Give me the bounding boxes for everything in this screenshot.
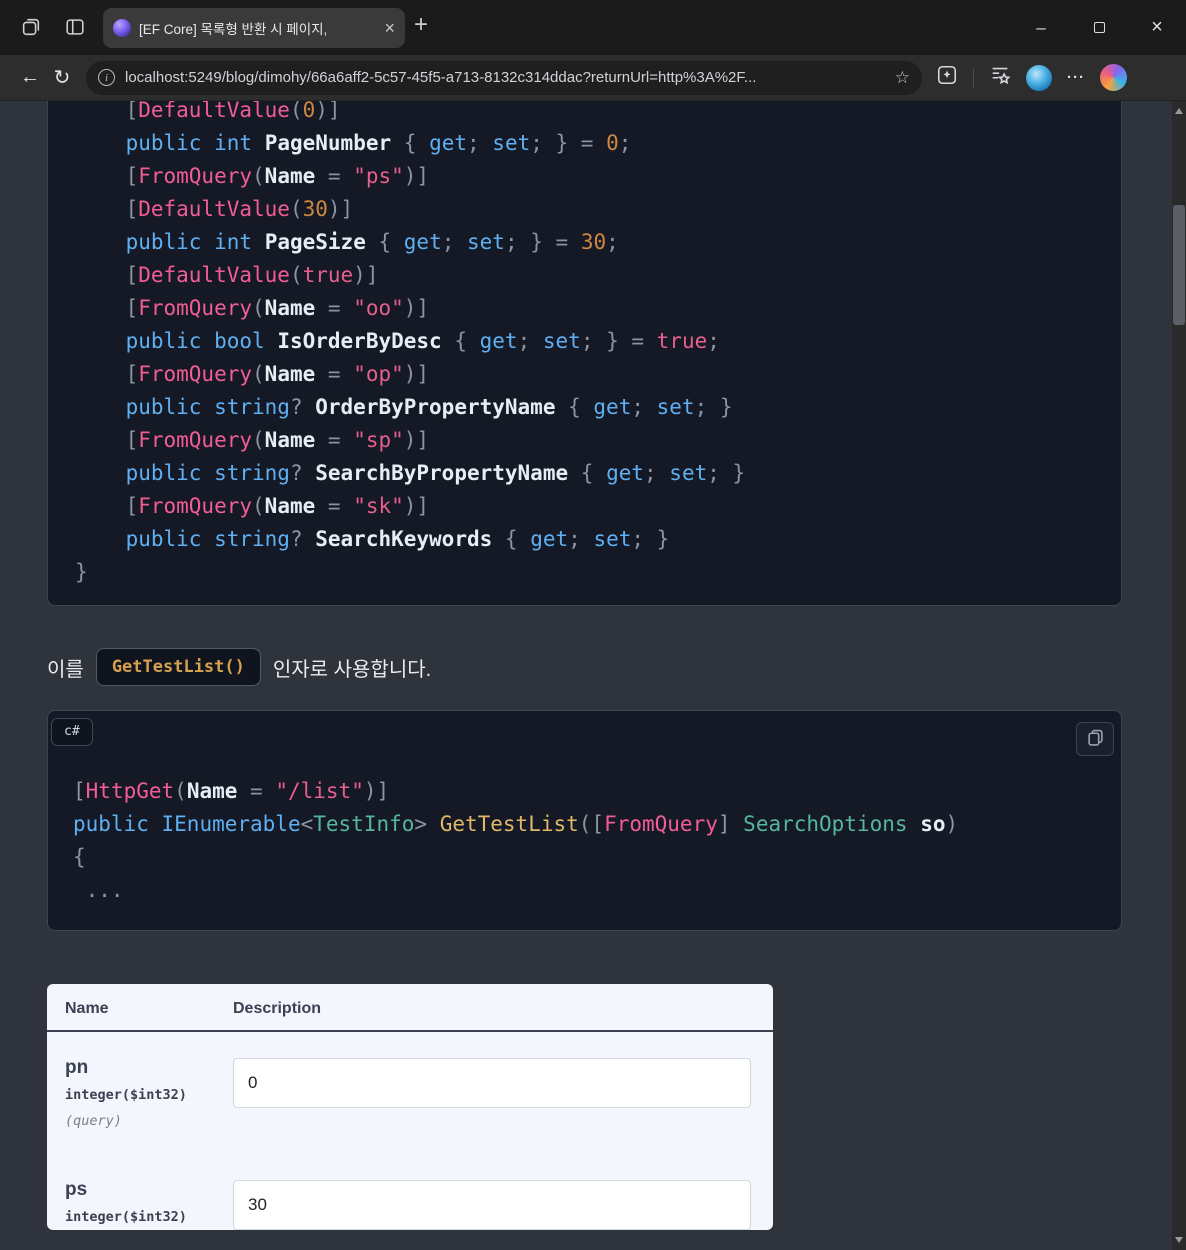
new-tab-button[interactable]: +: [414, 11, 428, 39]
code-line: ...: [73, 878, 124, 902]
minimize-button[interactable]: –: [1012, 0, 1070, 55]
param-value-input[interactable]: [233, 1058, 751, 1108]
paragraph: 이를 GetTestList() 인자로 사용합니다.: [47, 648, 1125, 686]
code-line: [FromQuery(Name = "sk")]: [75, 494, 430, 518]
scroll-up-icon[interactable]: [1175, 108, 1183, 114]
copilot-sidebar-icon[interactable]: [936, 64, 958, 91]
site-info-icon[interactable]: i: [98, 69, 115, 86]
code-line: public bool IsOrderByDesc { get; set; } …: [125, 329, 720, 353]
param-location: (query): [65, 1113, 122, 1129]
tab-close-icon[interactable]: ×: [384, 19, 395, 37]
code-line: [FromQuery(Name = "op")]: [75, 362, 430, 386]
code-line: [FromQuery(Name = "ps")]: [75, 164, 430, 188]
maximize-icon: [1093, 22, 1105, 33]
code-line: [DefaultValue(0)]: [75, 101, 341, 122]
browser-navbar: ← ↻ i localhost:5249/blog/dimohy/66a6aff…: [0, 55, 1186, 101]
param-type: integer($int32): [65, 1087, 187, 1103]
copilot-icon[interactable]: [1100, 64, 1127, 91]
table-header-row: Name Description: [47, 984, 773, 1032]
site-favicon-icon: [113, 19, 131, 37]
param-name-cell: ps integer($int32): [47, 1180, 233, 1230]
paragraph-prefix: 이를: [47, 658, 84, 681]
code-lines: [HttpGet(Name = "/list")] public IEnumera…: [73, 775, 1121, 907]
code-line: [DefaultValue(true)]: [75, 263, 379, 287]
settings-menu-icon[interactable]: ···: [1067, 69, 1085, 86]
address-bar[interactable]: i localhost:5249/blog/dimohy/66a6aff2-5c…: [86, 60, 922, 95]
param-name-cell: pn integer($int32) (query): [47, 1058, 233, 1131]
param-description-cell: [233, 1180, 773, 1230]
code-line: {: [73, 845, 86, 869]
scrollbar[interactable]: [1172, 101, 1186, 1250]
workspaces-icon[interactable]: [64, 16, 86, 38]
navbar-right-icons: ···: [936, 64, 1127, 91]
code-line: public IEnumerable<TestInfo> GetTestList…: [73, 812, 959, 836]
page-content: [DefaultValue(0)] public int PageNumber …: [0, 101, 1172, 1250]
param-type: integer($int32): [65, 1209, 187, 1225]
favorites-icon[interactable]: [989, 64, 1011, 91]
code-line: [HttpGet(Name = "/list")]: [73, 779, 390, 803]
tab-actions-icon[interactable]: [20, 16, 42, 38]
inline-code: GetTestList(): [95, 648, 261, 686]
copy-icon: [1087, 729, 1104, 749]
profile-avatar[interactable]: [1026, 64, 1052, 91]
table-row: pn integer($int32) (query): [47, 1032, 773, 1131]
copy-button[interactable]: [1076, 722, 1114, 756]
column-header-description: Description: [233, 1000, 322, 1017]
url-text[interactable]: localhost:5249/blog/dimohy/66a6aff2-5c57…: [125, 69, 895, 86]
browser-tab[interactable]: [EF Core] 목록형 반환 시 페이지, ×: [103, 8, 405, 48]
code-block-1: [DefaultValue(0)] public int PageNumber …: [47, 101, 1122, 606]
refresh-icon[interactable]: ↻: [46, 65, 78, 90]
maximize-button[interactable]: [1070, 0, 1128, 55]
toolbar-divider: [973, 67, 974, 88]
code-line: public string? SearchKeywords { get; set…: [125, 527, 670, 551]
language-tag: c#: [51, 718, 93, 746]
param-name: ps: [65, 1179, 88, 1200]
window-controls: – ×: [1012, 0, 1186, 55]
code-line: }: [75, 560, 88, 584]
param-name: pn: [65, 1057, 89, 1078]
browser-titlebar: [EF Core] 목록형 반환 시 페이지, × + – ×: [0, 0, 1186, 55]
code-line: [FromQuery(Name = "sp")]: [75, 428, 430, 452]
code-block-2: c# [HttpGet(Name = "/list")] public IEnum…: [47, 710, 1122, 931]
back-icon[interactable]: ←: [14, 66, 46, 89]
parameters-table: Name Description pn integer($int32) (que…: [47, 984, 773, 1230]
code-line: public string? OrderByPropertyName { get…: [125, 395, 733, 419]
code-line: [DefaultValue(30)]: [75, 197, 354, 221]
scrollbar-thumb[interactable]: [1173, 205, 1185, 325]
code-lines: [DefaultValue(0)] public int PageNumber …: [75, 101, 1121, 589]
paragraph-suffix: 인자로 사용합니다.: [272, 658, 432, 681]
close-button[interactable]: ×: [1128, 0, 1186, 55]
code-line: [FromQuery(Name = "oo")]: [75, 296, 430, 320]
param-value-input[interactable]: [233, 1180, 751, 1230]
table-row: ps integer($int32): [47, 1131, 773, 1230]
code-line: public string? SearchByPropertyName { ge…: [125, 461, 746, 485]
code-line: public int PageNumber { get; set; } = 0;: [125, 131, 632, 155]
column-header-name: Name: [65, 1000, 109, 1017]
tab-title: [EF Core] 목록형 반환 시 페이지,: [139, 22, 328, 37]
code-line: public int PageSize { get; set; } = 30;: [125, 230, 619, 254]
scroll-down-icon[interactable]: [1175, 1237, 1183, 1243]
param-description-cell: [233, 1058, 773, 1131]
favorite-star-icon[interactable]: ☆: [895, 68, 910, 88]
